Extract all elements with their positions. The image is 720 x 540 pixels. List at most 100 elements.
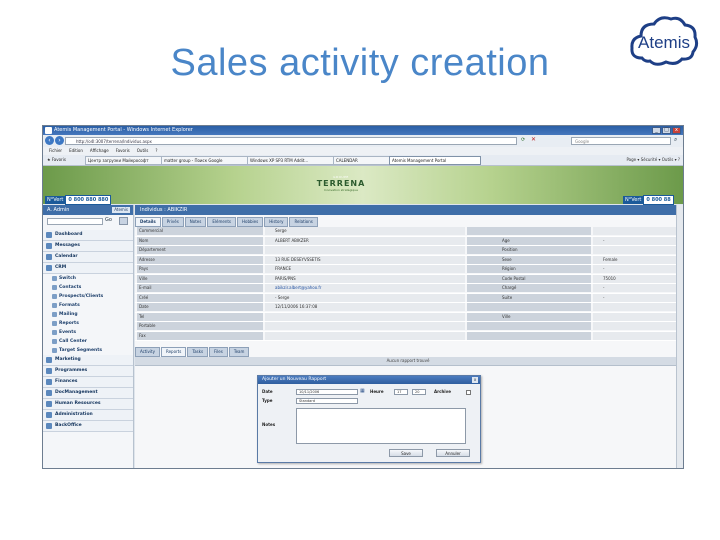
sidebar-item-reports[interactable]: Reports (43, 319, 133, 328)
field-value: 13 RUE DESEYVSSETIS (265, 255, 465, 264)
sidebar-item-human-resources[interactable]: Human Resources (43, 399, 133, 410)
tab-calendar[interactable]: CALENDAR (333, 156, 391, 165)
sidebar-item-backoffice[interactable]: BackOffice (43, 421, 133, 432)
menu-file[interactable]: Fichier (49, 147, 62, 155)
menu-help[interactable]: ? (155, 147, 157, 155)
sidebar-item-prospects-clients[interactable]: Prospects/Clients (43, 292, 133, 301)
sidebar-item-formats[interactable]: Formats (43, 301, 133, 310)
tab-atemis-portal[interactable]: Atemis Management Portal (389, 156, 481, 165)
field-row: Nom ALBERT ABIKZER Age - (135, 236, 681, 246)
refresh-icon[interactable]: ⟳ (521, 137, 525, 143)
sidebar-item-administration[interactable]: Administration (43, 410, 133, 421)
favorites-button[interactable]: ★ Favoris (45, 156, 79, 163)
field-label: Département (137, 246, 263, 254)
field-label-2 (467, 322, 591, 330)
sidebar-item-target-segments[interactable]: Target Segments (43, 346, 133, 355)
field-label-2 (467, 331, 591, 340)
calendar-icon (46, 254, 52, 260)
tab-reports[interactable]: Reports (160, 347, 187, 357)
sidebar-item-programmes[interactable]: Programmes (43, 366, 133, 377)
field-label-2: Région (467, 265, 591, 273)
sidebar-item-call-center[interactable]: Call Center (43, 337, 133, 346)
dialog-title: Ajouter un Nouveau Rapport (258, 376, 480, 384)
tab-notes[interactable]: Notes (184, 217, 207, 227)
tab-google-search[interactable]: matter group - Поиск Google (161, 156, 249, 165)
archive-checkbox[interactable] (466, 390, 471, 395)
sidebar-item-messages[interactable]: Messages (43, 241, 133, 252)
page-tools[interactable]: Page ▾ Sécurité ▾ Outils ▾ ? (626, 156, 680, 163)
tab-priv-s[interactable]: Privés (161, 217, 184, 227)
sidebar-item-switch[interactable]: Switch (43, 274, 133, 283)
backoffice-icon (46, 423, 52, 429)
menu-favorites[interactable]: Favoris (116, 147, 130, 155)
back-icon[interactable]: ‹ (45, 136, 54, 145)
tab-hobbies[interactable]: Hobbies (237, 217, 264, 227)
field-label-2: Sexe (467, 255, 591, 264)
tab-windows-xp[interactable]: Windows XP SP3 RTM Addit... (247, 156, 335, 165)
sidebar-item-crm[interactable]: CRM (43, 263, 133, 274)
close-window-button[interactable]: x (672, 127, 681, 134)
calendar-icon[interactable]: ▦ (360, 388, 365, 394)
cancel-button[interactable]: Annuler (436, 449, 470, 457)
hotline-right: N°Vert 0 800 88 (623, 195, 674, 205)
forward-icon[interactable]: › (55, 136, 64, 145)
tab-activity[interactable]: Activity (135, 347, 160, 357)
sidebar-item-marketing[interactable]: Marketing (43, 355, 133, 366)
terrena-logo: GROUPE TERRENA Innovation stratégique (305, 175, 377, 192)
email-link[interactable]: abikzir.albert@yahoo.fr (265, 284, 465, 292)
sidebar-item-contacts[interactable]: Contacts (43, 283, 133, 292)
contacts-icon (52, 285, 57, 290)
tab-details[interactable]: Details (135, 217, 161, 227)
search-options-icon[interactable] (119, 217, 128, 225)
sidebar-search-input[interactable] (47, 218, 103, 225)
field-value: ALBERT ABIKZER (265, 236, 465, 245)
address-bar[interactable]: http://o4l:3007/terrena/Individus.aspx (65, 137, 517, 145)
tab-tasks[interactable]: Tasks (187, 347, 209, 357)
tab-team[interactable]: Team (228, 347, 250, 357)
sidebar-item-events[interactable]: Events (43, 328, 133, 337)
tab-relations[interactable]: Relations (289, 217, 318, 227)
reports-icon (52, 321, 57, 326)
field-label: Portable (137, 322, 263, 330)
page-scrollbar[interactable] (676, 205, 683, 468)
crm-icon (46, 265, 52, 271)
menu-tools[interactable]: Outils (137, 147, 149, 155)
go-button[interactable]: Go (105, 217, 112, 223)
field-label-2: Chargé (467, 284, 591, 292)
sidebar-item-docmanagement[interactable]: DocManagement (43, 388, 133, 399)
minute-select[interactable]: 20 (412, 389, 426, 395)
sidebar-item-dashboard[interactable]: Dashboard (43, 230, 133, 241)
field-value-2: - (593, 293, 679, 302)
field-label-2: Position (467, 246, 591, 254)
type-select[interactable]: Standard (296, 398, 358, 404)
stop-icon[interactable]: ✕ (531, 136, 536, 143)
tab-history[interactable]: History (264, 217, 289, 227)
minimize-button[interactable]: _ (652, 127, 661, 134)
field-row: Pays FRANCE Région - (135, 265, 681, 275)
date-field[interactable]: 10/11/2006 (296, 389, 358, 395)
menu-view[interactable]: Affichage (90, 147, 109, 155)
menu-edit[interactable]: Edition (69, 147, 83, 155)
hour-select[interactable]: 17 (394, 389, 408, 395)
main-content: Individus : ABIKZIR Details Privés Notes El… (135, 205, 681, 468)
maximize-button[interactable]: □ (662, 127, 671, 134)
tab-el-ments[interactable]: Eléments (207, 217, 237, 227)
field-label-2: Suite (467, 293, 591, 302)
search-icon[interactable]: ⌕ (674, 136, 677, 144)
sidebar-item-calendar[interactable]: Calendar (43, 252, 133, 263)
sidebar-item-finances[interactable]: Finances (43, 377, 133, 388)
tab-download-center[interactable]: Центр загрузки Майкрософт (85, 156, 163, 165)
save-button[interactable]: Save (389, 449, 423, 457)
dialog-close-icon[interactable]: x (472, 377, 478, 383)
field-value: PARIS/PNS (265, 274, 465, 283)
notes-textarea[interactable] (296, 408, 466, 444)
date-label: Date (262, 389, 273, 394)
tab-files[interactable]: Files (209, 347, 228, 357)
sidebar-item-mailing[interactable]: Mailing (43, 310, 133, 319)
field-label: Nom (137, 236, 263, 245)
browser-search-input[interactable]: Google (571, 137, 671, 145)
field-row: Tel Ville (135, 312, 681, 322)
field-label: Commercial (137, 227, 263, 235)
sidebar-item-label: Reports (59, 321, 79, 326)
field-label: Adresse (137, 255, 263, 264)
